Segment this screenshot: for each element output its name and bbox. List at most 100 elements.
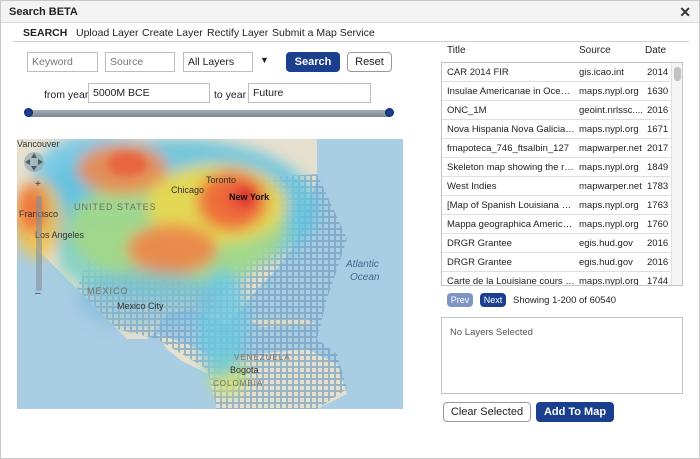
column-header-title[interactable]: Title xyxy=(447,45,466,56)
row-title: Insulae Americanae in Ocean... xyxy=(447,86,575,97)
row-date: 2016 xyxy=(647,105,669,116)
to-year-label: to year xyxy=(214,89,247,101)
from-year-input[interactable] xyxy=(88,83,210,103)
map-label-new-york: New York xyxy=(229,192,270,202)
row-date: 2014 xyxy=(647,67,669,78)
table-row[interactable]: Insulae Americanae in Ocean... maps.nypl.… xyxy=(442,82,670,101)
map-view[interactable]: Vancouver UNITED STATES Chicago Toronto … xyxy=(17,139,403,409)
row-source: maps.nypl.org xyxy=(579,162,639,173)
pan-control-icon[interactable] xyxy=(23,151,45,173)
add-to-map-button[interactable]: Add To Map xyxy=(536,402,614,422)
chevron-down-icon[interactable]: ▼ xyxy=(260,55,269,65)
table-row[interactable]: [Map of Spanish Louisiana an... maps.nypl… xyxy=(442,196,670,215)
table-row[interactable]: DRGR Grantee egis.hud.gov 2016 xyxy=(442,234,670,253)
map-label-mexico: MEXICO xyxy=(87,286,129,296)
clear-selected-button[interactable]: Clear Selected xyxy=(443,402,531,422)
selected-layers-empty-text: No Layers Selected xyxy=(450,327,533,338)
row-source: mapwarper.net xyxy=(579,143,642,154)
results-count: Showing 1-200 of 60540 xyxy=(513,295,616,306)
scrollbar-thumb[interactable] xyxy=(674,67,681,81)
row-source: maps.nypl.org xyxy=(579,124,639,135)
row-title: fmapoteca_746_ftsalbin_127 xyxy=(447,143,570,154)
column-header-source[interactable]: Source xyxy=(579,45,611,56)
map-label-toronto: Toronto xyxy=(206,175,237,185)
row-title: [Map of Spanish Louisiana an... xyxy=(447,200,575,211)
close-icon[interactable]: ✕ xyxy=(679,4,691,21)
row-source: mapwarper.net xyxy=(579,181,642,192)
row-title: Skeleton map showing the rail ... xyxy=(447,162,575,173)
table-row[interactable]: CAR 2014 FIR gis.icao.int 2014 xyxy=(442,63,670,82)
results-scrollbar[interactable] xyxy=(671,63,682,285)
table-row[interactable]: Nova Hispania Nova Galicia G... maps.nypl… xyxy=(442,120,670,139)
zoom-out-icon[interactable]: – xyxy=(35,288,41,299)
year-range-slider[interactable] xyxy=(27,110,391,117)
keyword-input[interactable] xyxy=(27,52,98,72)
row-date: 1744 xyxy=(647,276,669,286)
map-label-vancouver: Vancouver xyxy=(17,139,60,149)
tab-upload-layer[interactable]: Upload Layer xyxy=(76,27,138,39)
dialog-title: Search BETA xyxy=(9,6,78,18)
search-button[interactable]: Search xyxy=(286,52,340,72)
row-date: 2017 xyxy=(647,143,669,154)
table-row[interactable]: Carte de la Louisiane cours du... maps.ny… xyxy=(442,272,670,286)
next-button[interactable]: Next xyxy=(480,293,506,307)
row-title: West Indies xyxy=(447,181,497,192)
table-row[interactable]: Skeleton map showing the rail ... maps.ny… xyxy=(442,158,670,177)
row-source: geoint.nrlssc.... xyxy=(579,105,643,116)
search-dialog: Search BETA ✕ SEARCH Upload Layer Create… xyxy=(0,0,700,459)
table-row[interactable]: ONC_1M geoint.nrlssc.... 2016 xyxy=(442,101,670,120)
table-row[interactable]: Mappa geographica Americae ... maps.nypl.… xyxy=(442,215,670,234)
row-date: 1763 xyxy=(647,200,669,211)
zoom-slider[interactable] xyxy=(36,196,42,291)
row-title: Carte de la Louisiane cours du... xyxy=(447,276,575,286)
table-row[interactable]: DRGR Grantee egis.hud.gov 2016 xyxy=(442,253,670,272)
map-label-chicago: Chicago xyxy=(171,185,205,195)
map-label-bogota: Bogota xyxy=(230,365,259,375)
map-label-ocean: Ocean xyxy=(350,272,380,283)
reset-button[interactable]: Reset xyxy=(347,52,392,72)
row-source: maps.nypl.org xyxy=(579,219,639,230)
prev-button[interactable]: Prev xyxy=(447,293,473,307)
tab-search[interactable]: SEARCH xyxy=(23,27,67,39)
map-label-venezuela: VENEZUELA xyxy=(234,353,291,362)
from-year-label: from year xyxy=(44,89,89,101)
tab-create-layer[interactable]: Create Layer xyxy=(142,27,203,39)
zoom-in-icon[interactable]: + xyxy=(35,179,41,190)
table-row[interactable]: West Indies mapwarper.net 1783 xyxy=(442,177,670,196)
row-source: egis.hud.gov xyxy=(579,257,633,268)
row-source: egis.hud.gov xyxy=(579,238,633,249)
row-title: DRGR Grantee xyxy=(447,238,512,249)
row-title: DRGR Grantee xyxy=(447,257,512,268)
row-date: 1849 xyxy=(647,162,669,173)
source-input[interactable] xyxy=(105,52,175,72)
row-date: 1760 xyxy=(647,219,669,230)
title-bar: Search BETA ✕ xyxy=(1,1,699,23)
slider-start-handle[interactable] xyxy=(24,108,33,117)
selected-layers-box: No Layers Selected xyxy=(441,317,683,394)
map-label-united-states: UNITED STATES xyxy=(74,202,157,212)
slider-end-handle[interactable] xyxy=(385,108,394,117)
row-source: maps.nypl.org xyxy=(579,276,639,286)
row-date: 1630 xyxy=(647,86,669,97)
row-date: 1783 xyxy=(647,181,669,192)
row-source: gis.icao.int xyxy=(579,67,624,78)
map-label-atlantic: Atlantic xyxy=(346,259,379,270)
row-date: 1671 xyxy=(647,124,669,135)
tab-rectify-layer[interactable]: Rectify Layer xyxy=(207,27,268,39)
row-title: CAR 2014 FIR xyxy=(447,67,509,78)
table-row[interactable]: fmapoteca_746_ftsalbin_127 mapwarper.net 2… xyxy=(442,139,670,158)
map-label-mexico-city: Mexico City xyxy=(117,301,164,311)
row-title: ONC_1M xyxy=(447,105,487,116)
column-header-date[interactable]: Date xyxy=(645,45,666,56)
to-year-input[interactable] xyxy=(248,83,371,103)
row-date: 2016 xyxy=(647,257,669,268)
map-label-los-angeles: Los Angeles xyxy=(35,230,85,240)
results-table: CAR 2014 FIR gis.icao.int 2014 Insulae Amer… xyxy=(441,62,683,286)
map-label-colombia: COLOMBIA xyxy=(213,379,264,388)
row-date: 2016 xyxy=(647,238,669,249)
tab-submit-map-service[interactable]: Submit a Map Service xyxy=(272,27,375,39)
row-source: maps.nypl.org xyxy=(579,86,639,97)
tab-divider xyxy=(13,41,689,42)
layers-select[interactable]: All Layers xyxy=(183,52,253,72)
layers-select-value: All Layers xyxy=(188,56,235,68)
